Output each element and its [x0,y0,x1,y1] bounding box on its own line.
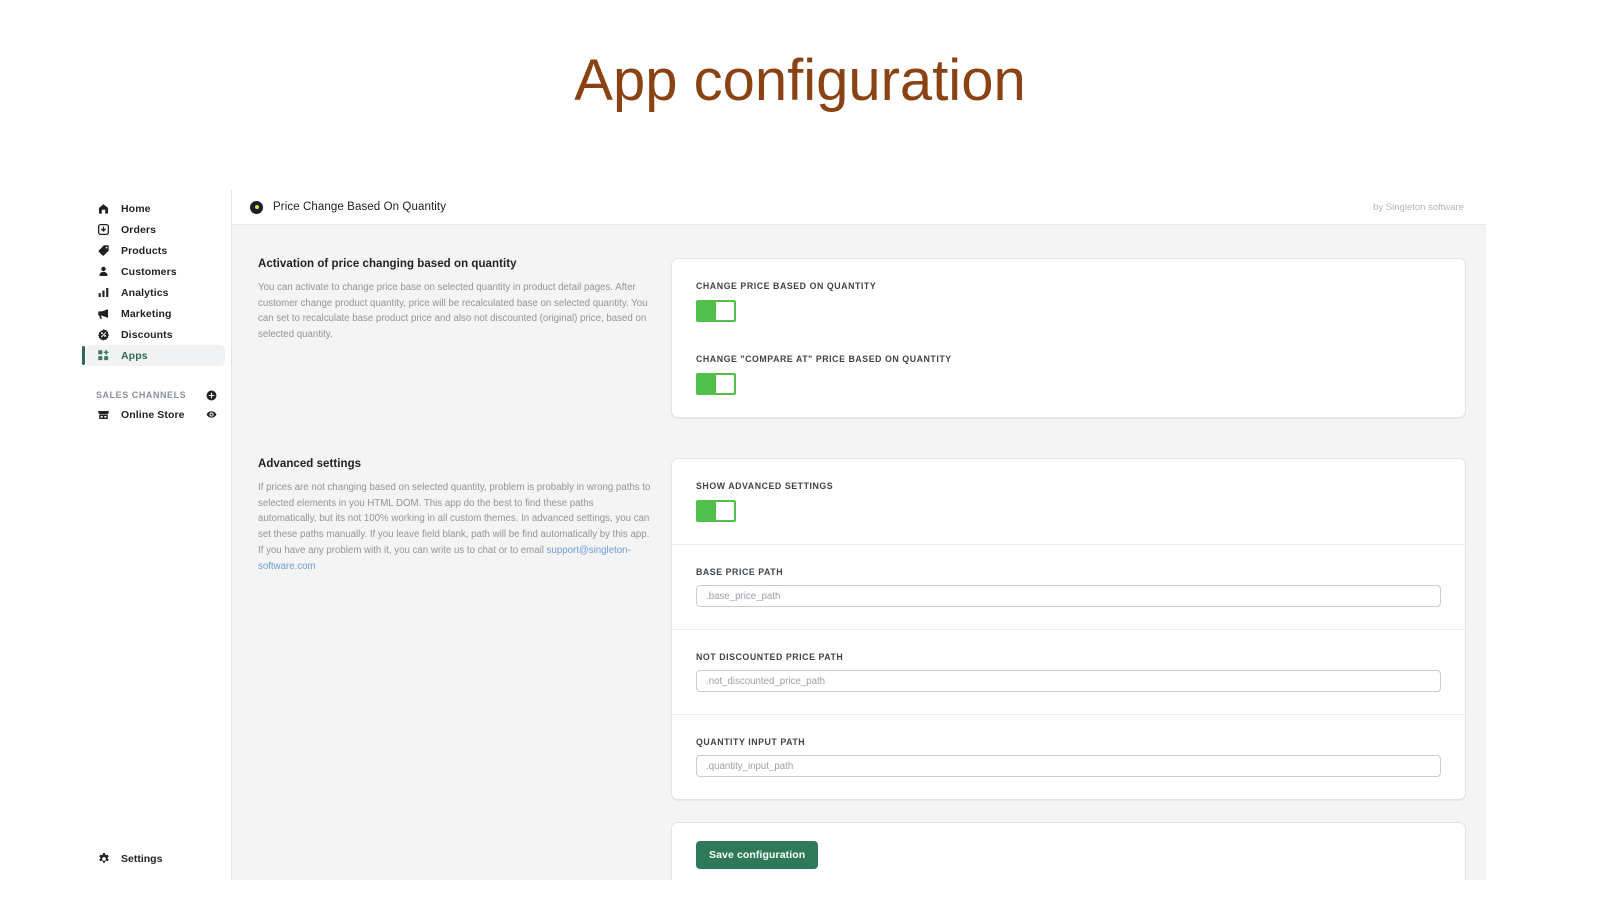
sidebar-item-settings[interactable]: Settings [82,851,231,866]
toggle-change-compare-at-price[interactable] [696,373,736,395]
sidebar-item-marketing[interactable]: Marketing [86,303,225,324]
sidebar-item-products[interactable]: Products [86,240,225,261]
sidebar-item-online-store[interactable]: Online Store [86,404,225,425]
apps-grid-icon [96,348,111,363]
sidebar-item-discounts[interactable]: Discounts [86,324,225,345]
sidebar-item-customers[interactable]: Customers [86,261,225,282]
field-not-discounted-price-path: NOT DISCOUNTED PRICE PATH [672,629,1465,714]
orders-icon [96,222,111,237]
plus-circle-icon[interactable] [206,390,217,401]
not-discounted-price-path-input[interactable] [696,670,1441,692]
field-label: BASE PRICE PATH [696,567,784,577]
sidebar-item-label: Home [121,202,151,215]
settings-label: Settings [121,852,163,865]
field-change-compare-at-price: CHANGE "COMPARE AT" PRICE BASED ON QUANT… [672,344,1465,417]
field-label: CHANGE PRICE BASED ON QUANTITY [696,281,877,291]
app-logo-icon [250,200,263,214]
field-base-price-path: BASE PRICE PATH [672,544,1465,629]
section-activation-heading: Activation of price changing based on qu… [258,258,517,270]
section-advanced-body: If prices are not changing based on sele… [258,480,653,574]
section-activation-body: You can activate to change price base on… [258,282,648,341]
sidebar-item-apps[interactable]: Apps [82,345,225,366]
section-advanced-description: Advanced settings If prices are not chan… [258,458,671,800]
field-quantity-input-path: QUANTITY INPUT PATH [672,714,1465,799]
toggle-knob [716,375,734,393]
sidebar-item-orders[interactable]: Orders [86,219,225,240]
app-bar: Price Change Based On Quantity by Single… [232,190,1486,225]
online-store-icon [96,407,111,422]
section-activation-description: Activation of price changing based on qu… [258,258,671,418]
marketing-megaphone-icon [96,306,111,321]
app-window: Home Orders Products Customers Analytics [82,190,1486,880]
toggle-knob [716,302,734,320]
sidebar-item-label: Products [121,244,168,257]
toggle-knob [716,502,734,520]
toggle-change-price-based-on-quantity[interactable] [696,300,736,322]
sidebar-item-label: Marketing [121,307,172,320]
sidebar-item-analytics[interactable]: Analytics [86,282,225,303]
save-gap [232,800,1486,822]
sidebar-item-home[interactable]: Home [86,198,225,219]
section-advanced: Advanced settings If prices are not chan… [232,458,1486,800]
quantity-input-path-input[interactable] [696,755,1441,777]
save-card: Save configuration [671,822,1466,880]
field-label: SHOW ADVANCED SETTINGS [696,481,834,491]
field-label: CHANGE "COMPARE AT" PRICE BASED ON QUANT… [696,354,952,364]
discounts-percent-icon [96,327,111,342]
sidebar-item-label: Customers [121,265,177,278]
page-title: App configuration [574,48,1026,113]
app-vendor: by Singleton software [1373,201,1464,213]
field-label: NOT DISCOUNTED PRICE PATH [696,652,844,662]
base-price-path-input[interactable] [696,585,1441,607]
main-area: Price Change Based On Quantity by Single… [232,190,1486,880]
field-show-advanced: SHOW ADVANCED SETTINGS [672,459,1465,544]
app-name: Price Change Based On Quantity [273,201,447,213]
field-label: QUANTITY INPUT PATH [696,737,806,747]
toggle-show-advanced-settings[interactable] [696,500,736,522]
save-configuration-button[interactable]: Save configuration [696,841,819,869]
save-row: Save configuration [232,822,1486,880]
advanced-card: SHOW ADVANCED SETTINGS BASE PRICE PATH N… [671,458,1466,800]
sidebar-item-label: Online Store [121,408,185,421]
content-scroll: Activation of price changing based on qu… [232,225,1486,880]
analytics-bars-icon [96,285,111,300]
products-tag-icon [96,243,111,258]
sidebar-item-label: Orders [121,223,157,236]
sidebar: Home Orders Products Customers Analytics [82,190,232,880]
sidebar-item-label: Discounts [121,328,173,341]
section-activation: Activation of price changing based on qu… [232,258,1486,418]
sales-channels-header: SALES CHANNELS [82,386,231,404]
gear-icon [96,851,111,866]
sidebar-item-label: Analytics [121,286,169,299]
field-change-price: CHANGE PRICE BASED ON QUANTITY [672,259,1465,344]
sidebar-item-label: Apps [121,349,148,362]
home-icon [96,201,111,216]
save-spacer [258,822,671,880]
eye-icon[interactable] [206,409,217,420]
section-advanced-heading: Advanced settings [258,458,362,470]
activation-card: CHANGE PRICE BASED ON QUANTITY CHANGE "C… [671,258,1466,418]
sales-channels-title: SALES CHANNELS [96,390,187,400]
customers-person-icon [96,264,111,279]
